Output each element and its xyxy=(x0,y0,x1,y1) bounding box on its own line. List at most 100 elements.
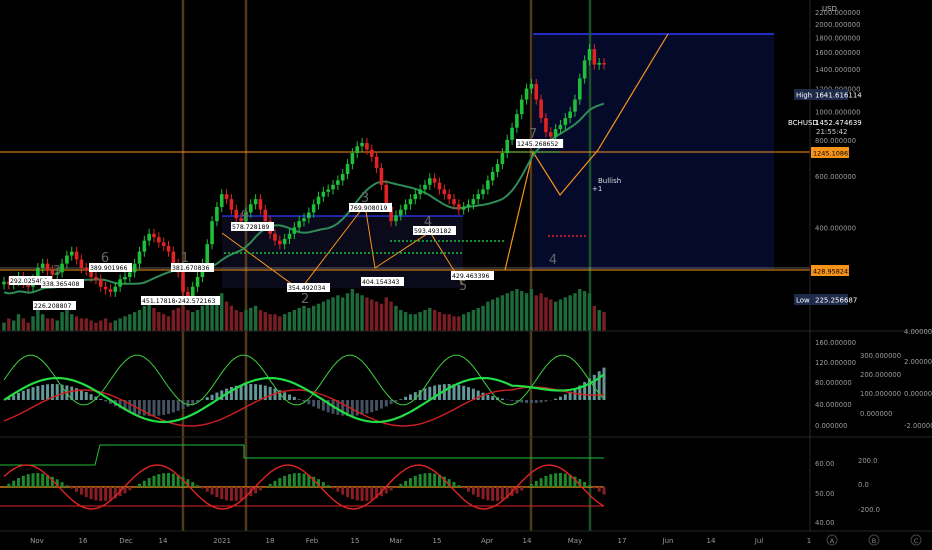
osc-bar xyxy=(457,485,461,487)
candle-body xyxy=(302,218,306,222)
osc-bar xyxy=(418,474,422,487)
volume-bar xyxy=(16,314,21,331)
volume-bar xyxy=(466,312,471,331)
time-tick: Jul xyxy=(754,537,764,545)
volume-bar xyxy=(113,320,117,331)
volume-bar xyxy=(297,307,301,331)
volume-bar xyxy=(524,293,529,331)
macd-hist-bar xyxy=(554,398,558,400)
volume-bar xyxy=(573,293,577,331)
volume-bar xyxy=(311,305,316,331)
candle-body xyxy=(510,127,514,140)
candle-body xyxy=(142,240,147,252)
volume-bar xyxy=(249,307,253,331)
osc-bar xyxy=(234,487,238,501)
trading-chart[interactable]: 3691234574 292.025496338.365408389.90196… xyxy=(0,0,932,550)
macd-hist-bar xyxy=(457,384,461,400)
candle-body xyxy=(345,164,350,175)
macd-hist-bar xyxy=(258,384,262,400)
macd-hist-bar xyxy=(162,400,166,415)
candle-body xyxy=(447,194,451,200)
osc-bar xyxy=(481,487,485,500)
macd-hist-bar xyxy=(491,396,495,400)
macd-left-tick: 40.000000 xyxy=(815,401,852,409)
macd-left-tick: 80.000000 xyxy=(815,379,852,387)
osc-bar xyxy=(278,478,282,487)
osc-bar xyxy=(404,480,408,487)
pivot-value: 429.463396 xyxy=(452,273,489,280)
osc-bar xyxy=(360,487,364,501)
osc-bar xyxy=(17,478,21,487)
osc-bar xyxy=(321,482,325,487)
volume-bar xyxy=(287,312,292,331)
macd-hist-bar xyxy=(597,371,601,400)
candle-body xyxy=(234,209,239,219)
candle-body xyxy=(529,83,534,89)
macd-hist-bar xyxy=(365,400,369,414)
volume-bar xyxy=(94,322,98,331)
macd-hist-bar xyxy=(534,400,538,403)
osc-bar xyxy=(370,487,374,500)
candle-body xyxy=(287,233,292,239)
currency-label: USD xyxy=(822,5,837,13)
volume-bar xyxy=(578,289,582,331)
wave-label: 4 xyxy=(549,253,557,268)
volume-bar xyxy=(2,322,6,331)
volume-bar xyxy=(50,318,55,331)
macd-hist-bar xyxy=(408,394,412,400)
candle-body xyxy=(74,251,79,260)
candle-body xyxy=(597,62,601,65)
macd-hist-bar xyxy=(104,400,108,402)
candle-body xyxy=(495,164,500,172)
osc-bar xyxy=(258,487,262,491)
price-tick: 2000.000000 xyxy=(815,21,860,29)
volume-bar xyxy=(505,293,509,331)
osc-bar xyxy=(500,487,504,500)
candle-body xyxy=(128,272,132,277)
volume-bar xyxy=(491,299,495,331)
candle-body xyxy=(65,255,69,264)
candle-body xyxy=(457,204,461,210)
volume-bar xyxy=(65,310,69,331)
osc-bar xyxy=(283,475,287,487)
macd-hist-bar xyxy=(317,400,321,409)
candle-body xyxy=(602,62,606,65)
candle-body xyxy=(544,118,548,133)
volume-bar xyxy=(195,310,200,331)
pivot-value: 578.728189 xyxy=(232,224,269,231)
volume-bar xyxy=(447,314,451,331)
osc-bar xyxy=(520,487,524,491)
osc-left-tick: 60.00 xyxy=(815,460,834,468)
macd-hist-bar xyxy=(287,394,291,400)
volume-bar xyxy=(336,295,340,331)
osc-bar xyxy=(336,487,340,492)
osc-bar xyxy=(147,478,151,487)
osc-bar xyxy=(471,487,475,495)
candle-body xyxy=(45,263,50,271)
candle-body xyxy=(40,263,45,268)
macd-mid-tick: 0.000000 xyxy=(860,410,892,418)
volume-bar xyxy=(355,293,359,331)
osc-bar xyxy=(297,473,301,487)
macd-hist-bar xyxy=(186,400,190,407)
corner-button-label: C xyxy=(914,537,919,545)
osc-bar xyxy=(171,473,175,487)
price-tick: 600.000000 xyxy=(815,173,856,181)
macd-hist-bar xyxy=(297,399,301,400)
candle-body xyxy=(229,199,234,210)
macd-hist-bar xyxy=(360,400,364,415)
volume-bar xyxy=(481,305,485,331)
volume-bar xyxy=(486,301,490,331)
osc-bar xyxy=(205,487,209,492)
candle-body xyxy=(563,118,568,125)
volume-bar xyxy=(471,310,476,331)
volume-bar xyxy=(553,301,558,331)
countdown: 21:55:42 xyxy=(816,128,847,136)
osc-bar xyxy=(200,487,204,489)
volume-bar xyxy=(26,322,30,331)
volume-bar xyxy=(229,305,234,331)
candle-body xyxy=(374,156,379,168)
candle-body xyxy=(369,149,374,157)
candle-body xyxy=(394,215,398,222)
candle-body xyxy=(558,124,563,130)
